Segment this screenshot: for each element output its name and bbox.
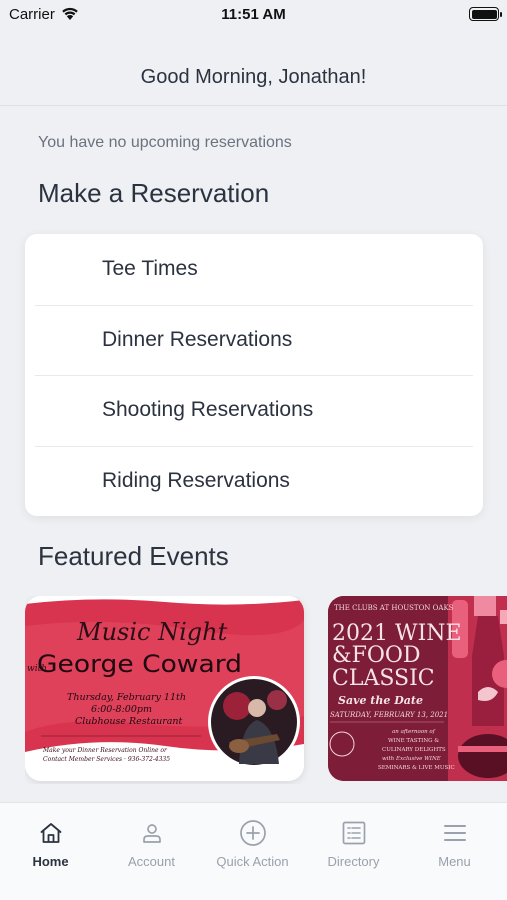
tab-account[interactable]: Account	[101, 803, 202, 900]
tab-bar: Home Account Quick Action Directory Menu	[0, 802, 507, 900]
battery-icon	[469, 7, 502, 21]
event1-note2: Contact Member Services · 936-372-4335	[43, 756, 170, 763]
event2-save: Save the Date	[338, 694, 423, 707]
dinner-reservations-item[interactable]: Dinner Reservations	[25, 304, 483, 376]
plus-circle-icon	[239, 820, 266, 846]
event2-line2: &FOOD	[332, 643, 421, 668]
tee-times-item[interactable]: Tee Times	[25, 234, 483, 305]
tab-menu-label: Menu	[438, 854, 471, 869]
event2-desc4: with Exclusive WINE	[382, 756, 441, 762]
event2-desc3: CULINARY DELIGHTS	[382, 747, 446, 753]
event2-club: THE CLUBS AT HOUSTON OAKS	[334, 604, 454, 612]
tab-home-label: Home	[32, 854, 69, 869]
event1-venue: Clubhouse Restaurant	[75, 716, 183, 727]
event1-time: 6:00-8:00pm	[91, 704, 152, 715]
tab-directory[interactable]: Directory	[303, 803, 404, 900]
header: Good Morning, Jonathan!	[0, 30, 507, 106]
event-card-wine-food-classic[interactable]: THE CLUBS AT HOUSTON OAKS 2021 WINE &FOO…	[328, 596, 507, 781]
directory-icon	[342, 821, 365, 845]
menu-icon	[443, 825, 466, 841]
event1-note1: Make your Dinner Reservation Online or	[42, 747, 168, 754]
status-bar: Carrier 11:51 AM	[0, 0, 507, 30]
event2-line3: CLASSIC	[332, 666, 435, 691]
greeting-title: Good Morning, Jonathan!	[140, 66, 367, 88]
riding-reservations-item[interactable]: Riding Reservations	[25, 445, 483, 517]
tab-quick-action-label: Quick Action	[216, 854, 289, 869]
music-night-poster: Music Night with George Coward Thursday,…	[25, 596, 304, 781]
event2-desc1: an afternoon of	[392, 729, 436, 735]
event1-performer: George Coward	[37, 650, 242, 678]
reservations-notice: You have no upcoming reservations	[38, 134, 292, 151]
event-card-music-night[interactable]: Music Night with George Coward Thursday,…	[25, 596, 304, 781]
event2-desc5: SEMINARS & LIVE MUSIC	[378, 765, 455, 771]
account-icon	[142, 824, 161, 843]
tab-menu[interactable]: Menu	[404, 803, 505, 900]
tab-account-label: Account	[128, 854, 175, 869]
reservation-options-card: Tee Times Dinner Reservations Shooting R…	[25, 234, 483, 516]
event2-desc2: WINE TASTING &	[388, 738, 439, 744]
tab-home[interactable]: Home	[0, 803, 101, 900]
make-reservation-title: Make a Reservation	[38, 178, 270, 208]
status-time: 11:51 AM	[221, 6, 286, 23]
event2-date: SATURDAY, FEBRUARY 13, 2021	[330, 711, 448, 719]
featured-events-carousel[interactable]: Music Night with George Coward Thursday,…	[25, 596, 507, 784]
event1-title: Music Night	[76, 618, 228, 646]
wine-food-poster: THE CLUBS AT HOUSTON OAKS 2021 WINE &FOO…	[328, 596, 507, 781]
home-icon	[40, 823, 61, 843]
event1-date: Thursday, February 11th	[67, 692, 186, 703]
tab-quick-action[interactable]: Quick Action	[202, 803, 303, 900]
tab-directory-label: Directory	[327, 854, 380, 869]
featured-events-title: Featured Events	[38, 541, 229, 571]
shooting-reservations-item[interactable]: Shooting Reservations	[25, 375, 483, 446]
